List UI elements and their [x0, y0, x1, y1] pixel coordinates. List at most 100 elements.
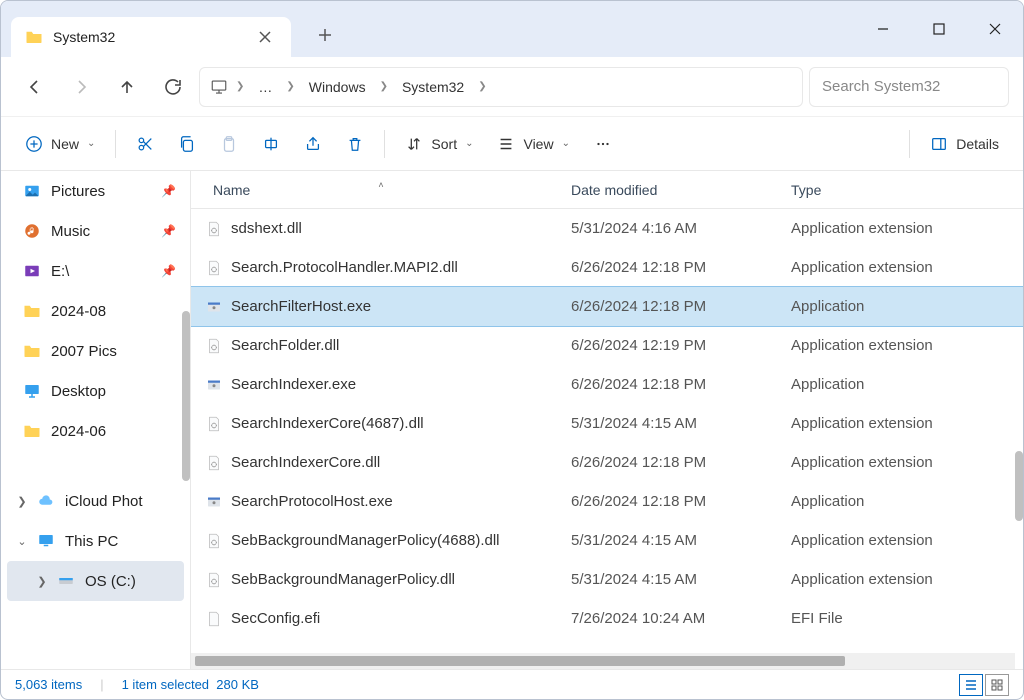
sidebar-item[interactable]: Pictures📌 [7, 171, 184, 211]
file-row[interactable]: SearchProtocolHost.exe6/26/2024 12:18 PM… [191, 482, 1023, 521]
pin-icon: 📌 [161, 264, 176, 278]
trash-icon [346, 135, 364, 153]
paste-button[interactable] [210, 126, 248, 162]
column-header-name[interactable]: ˄ Name [191, 182, 571, 198]
file-list-scrollbar[interactable] [1015, 451, 1023, 521]
file-name: SebBackgroundManagerPolicy.dll [231, 571, 455, 588]
plus-icon [318, 28, 332, 42]
arrow-left-icon [25, 77, 45, 97]
cut-button[interactable] [126, 126, 164, 162]
file-row[interactable]: SecConfig.efi7/26/2024 10:24 AMEFI File [191, 599, 1023, 638]
minimize-icon [876, 22, 890, 36]
back-button[interactable] [15, 67, 55, 107]
file-row[interactable]: SearchIndexerCore.dll6/26/2024 12:18 PMA… [191, 443, 1023, 482]
file-date: 5/31/2024 4:16 AM [571, 220, 791, 237]
sidebar-item[interactable]: Desktop [7, 371, 184, 411]
arrow-right-icon [71, 77, 91, 97]
sidebar-item[interactable]: E:\📌 [7, 251, 184, 291]
more-button[interactable] [584, 126, 622, 162]
sidebar-item[interactable]: ❯iCloud Phot [7, 481, 184, 521]
chevron-right-icon: ❯ [282, 81, 298, 92]
pin-icon: 📌 [161, 184, 176, 198]
tab-title: System32 [53, 29, 243, 45]
ellipsis-icon [594, 135, 612, 153]
folder-icon [25, 28, 43, 46]
sort-label: Sort [431, 136, 457, 152]
file-name: SearchIndexer.exe [231, 376, 356, 393]
monitor-icon [210, 78, 228, 96]
close-icon [259, 31, 271, 43]
details-pane-button[interactable]: Details [920, 126, 1009, 162]
new-tab-button[interactable] [307, 17, 343, 53]
file-name: Search.ProtocolHandler.MAPI2.dll [231, 259, 458, 276]
file-row[interactable]: SebBackgroundManagerPolicy(4688).dll 5/31… [191, 521, 1023, 560]
forward-button[interactable] [61, 67, 101, 107]
share-button[interactable] [294, 126, 332, 162]
sidebar-item[interactable]: ❯OS (C:) [7, 561, 184, 601]
maximize-button[interactable] [911, 9, 967, 49]
file-type: Application extension [791, 220, 1023, 237]
up-button[interactable] [107, 67, 147, 107]
new-button[interactable]: New ⌄ [15, 126, 105, 162]
horizontal-scrollbar[interactable] [191, 653, 1015, 669]
chevron-right-icon: ❯ [474, 81, 490, 92]
file-type: Application [791, 376, 1023, 393]
file-row[interactable]: SearchIndexer.exe 6/26/2024 12:18 PMAppli… [191, 365, 1023, 404]
view-label: View [523, 136, 553, 152]
close-window-button[interactable] [967, 9, 1023, 49]
view-button[interactable]: View ⌄ [487, 126, 579, 162]
file-type: Application [791, 298, 1023, 315]
sidebar-item[interactable]: 2024-06 [7, 411, 184, 451]
file-date: 6/26/2024 12:18 PM [571, 493, 791, 510]
copy-button[interactable] [168, 126, 206, 162]
file-row[interactable]: SearchFolder.dll6/26/2024 12:19 PMApplic… [191, 326, 1023, 365]
sidebar-item[interactable]: 2007 Pics [7, 331, 184, 371]
search-input[interactable]: Search System32 [809, 67, 1009, 107]
file-date: 5/31/2024 4:15 AM [571, 571, 791, 588]
column-header-date[interactable]: Date modified [571, 182, 791, 198]
file-date: 5/31/2024 4:15 AM [571, 532, 791, 549]
minimize-button[interactable] [855, 9, 911, 49]
file-row[interactable]: sdshext.dll5/31/2024 4:16 AMApplication … [191, 209, 1023, 248]
chevron-right-icon: ❯ [376, 81, 392, 92]
file-type: Application extension [791, 532, 1023, 549]
sidebar-item[interactable]: Music📌 [7, 211, 184, 251]
new-icon [25, 135, 43, 153]
file-type: Application extension [791, 571, 1023, 588]
rename-button[interactable] [252, 126, 290, 162]
thumbnails-view-button[interactable] [985, 674, 1009, 696]
sort-indicator-icon: ˄ [378, 180, 383, 190]
breadcrumb-overflow[interactable]: … [252, 75, 278, 99]
breadcrumb-item[interactable]: System32 [396, 75, 470, 99]
delete-button[interactable] [336, 126, 374, 162]
sidebar-scrollbar[interactable] [182, 311, 190, 481]
file-row[interactable]: SearchFilterHost.exe6/26/2024 12:18 PMAp… [191, 287, 1023, 326]
file-row[interactable]: Search.ProtocolHandler.MAPI2.dll6/26/202… [191, 248, 1023, 287]
details-view-button[interactable] [959, 674, 983, 696]
tab-close-button[interactable] [253, 25, 277, 49]
expander-icon[interactable]: ❯ [35, 575, 49, 588]
sort-button[interactable]: Sort ⌄ [395, 126, 483, 162]
expander-icon[interactable]: ⌄ [15, 535, 29, 548]
file-name: SebBackgroundManagerPolicy(4688).dll [231, 532, 500, 549]
navigation-pane: Pictures📌Music📌E:\📌2024-082007 PicsDeskt… [1, 171, 191, 669]
file-row[interactable]: SebBackgroundManagerPolicy.dll 5/31/2024 … [191, 560, 1023, 599]
breadcrumb-bar[interactable]: ❯ … ❯ Windows ❯ System32 ❯ [199, 67, 803, 107]
sidebar-item[interactable]: 2024-08 [7, 291, 184, 331]
file-date: 6/26/2024 12:18 PM [571, 298, 791, 315]
sort-icon [405, 135, 423, 153]
file-date: 6/26/2024 12:18 PM [571, 376, 791, 393]
file-list[interactable]: sdshext.dll5/31/2024 4:16 AMApplication … [191, 209, 1023, 653]
refresh-button[interactable] [153, 67, 193, 107]
paste-icon [220, 135, 238, 153]
file-type: Application extension [791, 415, 1023, 432]
tab[interactable]: System32 [11, 17, 291, 57]
breadcrumb-item[interactable]: Windows [303, 75, 372, 99]
column-header-type[interactable]: Type [791, 182, 1023, 198]
file-date: 7/26/2024 10:24 AM [571, 610, 791, 627]
rename-icon [262, 135, 280, 153]
file-type: Application extension [791, 454, 1023, 471]
file-row[interactable]: SearchIndexerCore(4687).dll5/31/2024 4:1… [191, 404, 1023, 443]
expander-icon[interactable]: ❯ [15, 495, 29, 508]
sidebar-item[interactable]: ⌄This PC [7, 521, 184, 561]
